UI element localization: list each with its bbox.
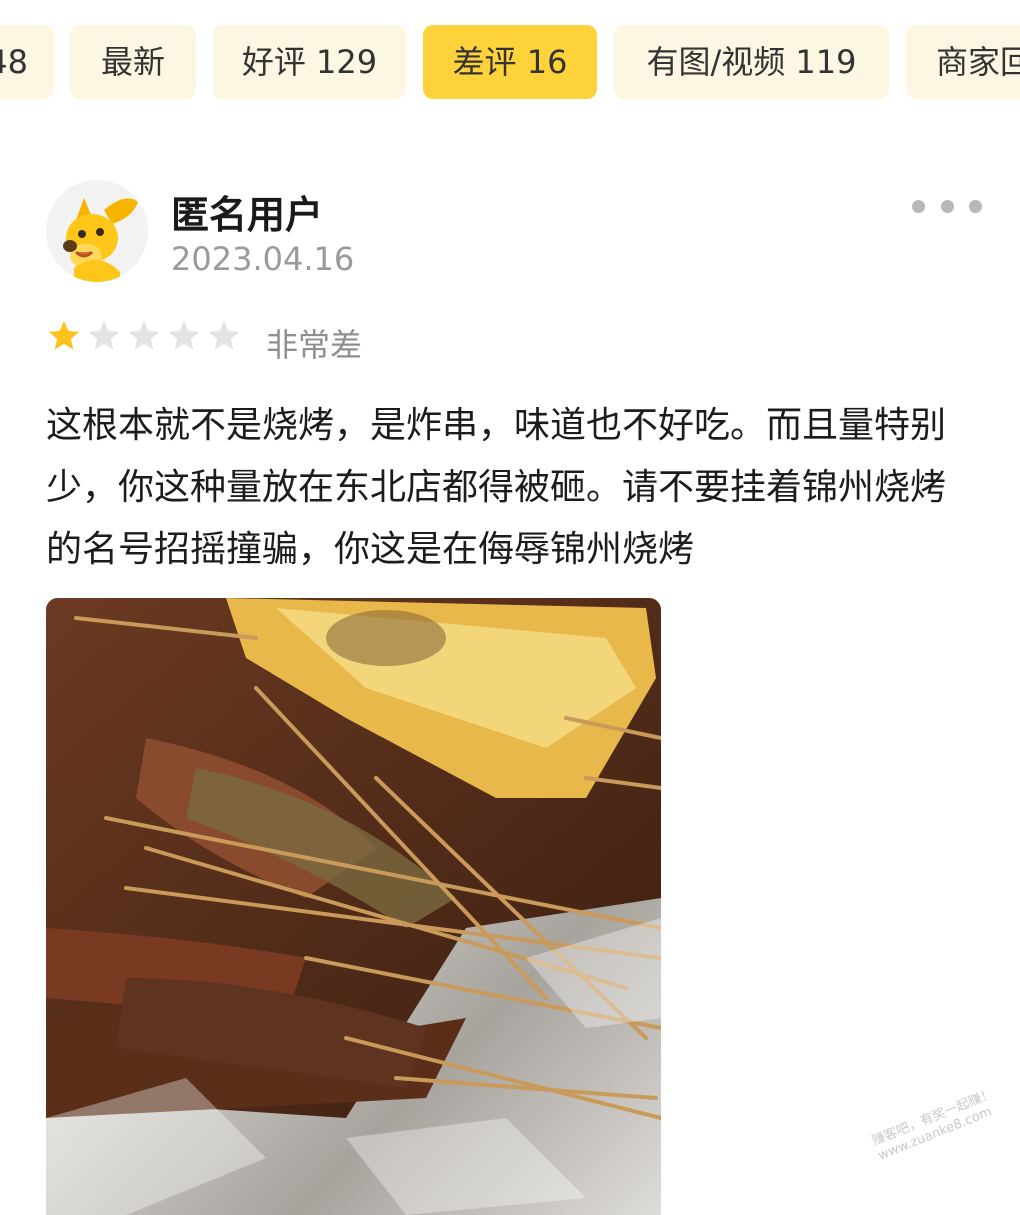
star-empty-icon <box>89 321 119 350</box>
star-filled-icon <box>49 321 79 350</box>
avatar[interactable] <box>46 180 148 282</box>
star-empty-icon <box>129 321 159 350</box>
review-photo[interactable] <box>46 598 661 1215</box>
tab-with-media[interactable]: 有图/视频 119 <box>614 25 889 99</box>
tab-all[interactable]: 48 <box>0 25 54 99</box>
tab-merchant-reply[interactable]: 商家回 <box>906 25 1020 99</box>
rating-label: 非常差 <box>266 326 363 364</box>
tab-latest[interactable]: 最新 <box>70 25 196 99</box>
tab-negative[interactable]: 差评 16 <box>423 25 597 99</box>
more-dots-icon[interactable] <box>912 194 982 218</box>
watermark: 赚客吧，有奖一起赚！ www.zuanke8.com <box>870 1086 1003 1164</box>
star-rating <box>46 318 242 358</box>
yellow-dog-mascot-icon <box>46 180 148 282</box>
star-empty-icon <box>209 321 239 350</box>
star-empty-icon <box>169 321 199 350</box>
user-name: 匿名用户 <box>171 193 324 237</box>
review-date: 2023.04.16 <box>171 240 355 278</box>
review-filter-tabs: 48 最新 好评 129 差评 16 有图/视频 119 商家回 <box>0 25 1020 99</box>
tab-positive[interactable]: 好评 129 <box>213 25 406 99</box>
photo-illustration <box>46 598 661 1215</box>
review-text: 这根本就不是烧烤，是炸串，味道也不好吃。而且量特别少，你这种量放在东北店都得被砸… <box>46 405 947 570</box>
